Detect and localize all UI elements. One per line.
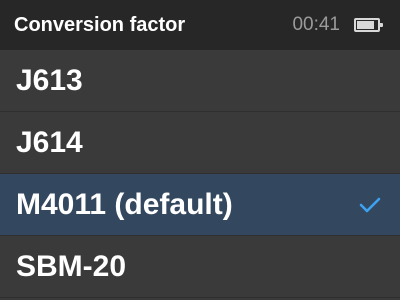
battery-icon xyxy=(354,18,383,32)
list-item-label: J613 xyxy=(16,63,83,97)
clock: 00:41 xyxy=(292,14,340,35)
header-bar: Conversion factor 00:41 xyxy=(0,0,400,50)
list-item-j613[interactable]: J613 xyxy=(0,50,400,112)
list-item-label: M4011 (default) xyxy=(16,187,233,221)
conversion-factor-screen: Conversion factor 00:41 J613 J614 M4011 … xyxy=(0,0,400,300)
list-item-m4011[interactable]: M4011 (default) xyxy=(0,174,400,236)
battery-level xyxy=(357,21,374,29)
option-list: J613 J614 M4011 (default) SBM-20 xyxy=(0,50,400,300)
list-item-j614[interactable]: J614 xyxy=(0,112,400,174)
check-icon xyxy=(358,193,382,217)
page-title: Conversion factor xyxy=(14,13,186,36)
list-item-sbm-20[interactable]: SBM-20 xyxy=(0,236,400,298)
list-item-label: J614 xyxy=(16,125,83,159)
list-item-label: SBM-20 xyxy=(16,249,127,283)
